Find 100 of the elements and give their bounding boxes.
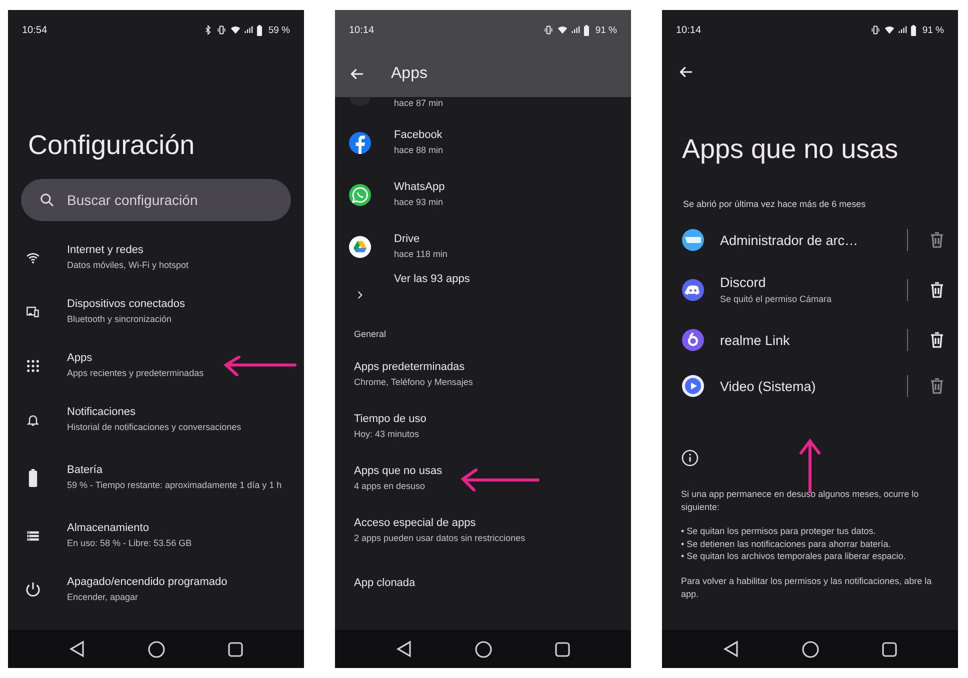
signal-icon bbox=[244, 25, 254, 35]
item-title: Apps bbox=[67, 352, 92, 364]
item-title: Apps que no usas bbox=[354, 465, 442, 478]
battery-icon bbox=[256, 24, 264, 36]
item-title: App clonada bbox=[354, 577, 416, 589]
settings-item[interactable]: Apps predeterminadas Chrome, Teléfono y Mensajes bbox=[335, 349, 631, 401]
recents-button[interactable] bbox=[552, 639, 572, 659]
settings-item[interactable]: Dispositivos conectados Bluetooth y sincronización bbox=[8, 285, 304, 339]
settings-item[interactable]: Notificaciones Historial de notificaciones y conversaciones bbox=[8, 393, 304, 447]
status-time: 10:14 bbox=[676, 24, 702, 36]
home-button[interactable] bbox=[800, 639, 820, 659]
whatsapp-logo-icon bbox=[348, 183, 372, 207]
vibrate-icon bbox=[216, 25, 228, 35]
item-title: Dispositivos conectados bbox=[67, 298, 186, 310]
app-name: Facebook bbox=[394, 129, 442, 142]
screen-title: Apps bbox=[391, 64, 428, 82]
app-item[interactable]: hace 87 min bbox=[335, 97, 631, 117]
app-last-used: hace 93 min bbox=[394, 196, 444, 209]
item-title: Apps predeterminadas bbox=[354, 361, 465, 374]
settings-item[interactable]: App clonada bbox=[335, 557, 631, 609]
info-bullet: • Se quitan los archivos temporales para liberar espacio. bbox=[681, 550, 907, 563]
settings-item[interactable]: Apps que no usas 4 apps en desuso bbox=[335, 453, 631, 505]
screen-title: Configuración bbox=[28, 130, 195, 161]
settings-item[interactable]: Tiempo de uso Hoy: 43 minutos bbox=[335, 401, 631, 453]
play-app-icon bbox=[681, 374, 705, 398]
battery-icon bbox=[583, 24, 590, 36]
screen-title: Apps que no usas bbox=[682, 134, 898, 165]
info-text: Para volver a habilitar los permisos y las notificaciones, abre la app. bbox=[681, 574, 933, 600]
settings-item[interactable]: Acceso especial de apps 2 apps pueden usar datos sin restricciones bbox=[335, 505, 631, 557]
item-title: Apagado/encendido programado bbox=[67, 576, 228, 588]
item-title: Tiempo de uso bbox=[354, 413, 426, 426]
settings-item[interactable]: Batería 59 % - Tiempo restante: aproximadamente 1 día y 1 h bbox=[8, 447, 304, 509]
app-status: Se quitó el permiso Cámara bbox=[720, 292, 832, 306]
app-last-used: hace 118 min bbox=[394, 248, 448, 261]
link-app-icon bbox=[681, 328, 705, 352]
devices-icon bbox=[24, 305, 42, 319]
app-name: Video (Sistema) bbox=[720, 378, 816, 394]
battery-icon bbox=[28, 469, 38, 487]
back-button[interactable] bbox=[721, 639, 741, 659]
grid-icon bbox=[26, 359, 40, 373]
app-last-used: hace 88 min bbox=[394, 144, 444, 157]
wifi-icon bbox=[557, 25, 568, 35]
app-item[interactable]: Facebook hace 88 min bbox=[335, 117, 631, 169]
battery-percent: 91 % bbox=[595, 24, 617, 36]
item-subtitle: 59 % - Tiempo restante: aproximadamente 1 día y 1 h bbox=[67, 479, 282, 492]
item-title: Batería bbox=[67, 464, 102, 476]
app-name: Discord bbox=[720, 274, 766, 290]
recents-button[interactable] bbox=[879, 639, 899, 659]
item-subtitle: Datos móviles, Wi-Fi y hotspot bbox=[67, 259, 189, 272]
item-subtitle: Apps recientes y predeterminadas bbox=[67, 367, 204, 380]
info-text: Si una app permanece en desuso algunos meses, ocurre lo siguiente: bbox=[681, 488, 920, 514]
see-all-apps-item[interactable]: Ver las 93 apps bbox=[335, 273, 631, 317]
info-bullet: • Se detienen las notificaciones para ahorrar batería. bbox=[681, 538, 892, 550]
signal-icon bbox=[898, 25, 908, 35]
settings-item[interactable]: Apps Apps recientes y predeterminadas bbox=[8, 339, 304, 393]
search-field[interactable]: Buscar configuración bbox=[21, 179, 291, 221]
drive-logo-icon bbox=[348, 235, 372, 259]
folder-app-icon bbox=[681, 228, 705, 252]
vibrate-icon bbox=[870, 25, 882, 35]
battery-icon bbox=[910, 24, 918, 36]
app-name: Drive bbox=[394, 233, 420, 246]
settings-item[interactable]: Internet y redes Datos móviles, Wi-Fi y hotspot bbox=[8, 231, 304, 285]
item-subtitle: Hoy: 43 minutos bbox=[354, 428, 420, 441]
item-subtitle: En uso: 58 % - Libre: 53.56 GB bbox=[67, 537, 192, 550]
settings-item[interactable]: Apagado/encendido programado Encender, apagar bbox=[8, 563, 304, 617]
app-name: Administrador de arc… bbox=[720, 232, 858, 248]
facebook-logo-icon bbox=[348, 131, 372, 155]
battery-percent: 59 % bbox=[268, 24, 290, 36]
back-button[interactable] bbox=[67, 639, 87, 659]
item-title: Internet y redes bbox=[67, 244, 144, 256]
item-subtitle: Chrome, Teléfono y Mensajes bbox=[354, 376, 473, 389]
app-item[interactable]: Drive hace 118 min bbox=[335, 221, 631, 273]
app-name: realme Link bbox=[720, 332, 790, 348]
back-arrow-icon[interactable] bbox=[678, 64, 694, 80]
wifi-icon bbox=[884, 25, 896, 35]
item-subtitle: Historial de notificaciones y conversaciones bbox=[67, 421, 242, 434]
app-item[interactable]: WhatsApp hace 93 min bbox=[335, 169, 631, 221]
power-icon bbox=[24, 581, 42, 599]
item-subtitle: 2 apps pueden usar datos sin restricciones bbox=[354, 532, 526, 545]
item-subtitle: Encender, apagar bbox=[67, 591, 138, 604]
home-button[interactable] bbox=[473, 639, 493, 659]
discord-logo-icon bbox=[681, 278, 705, 302]
settings-item[interactable]: Almacenamiento En uso: 58 % - Libre: 53.56 GB bbox=[8, 509, 304, 563]
item-subtitle: 4 apps en desuso bbox=[354, 480, 426, 493]
storage-icon bbox=[24, 529, 40, 543]
home-button[interactable] bbox=[146, 639, 166, 659]
app-last-used: hace 87 min bbox=[394, 97, 444, 110]
wifi-icon bbox=[230, 25, 242, 35]
item-title: Ver las 93 apps bbox=[394, 273, 470, 285]
signal-icon bbox=[571, 25, 580, 35]
status-time: 10:54 bbox=[22, 24, 48, 36]
info-bullet: • Se quitan los permisos para proteger tus datos. bbox=[681, 525, 877, 538]
back-button[interactable] bbox=[394, 639, 414, 659]
item-title: Almacenamiento bbox=[67, 522, 149, 534]
recents-button[interactable] bbox=[225, 639, 245, 659]
item-title: Notificaciones bbox=[67, 406, 136, 418]
item-subtitle: Bluetooth y sincronización bbox=[67, 313, 172, 326]
app-name: WhatsApp bbox=[394, 181, 445, 194]
status-time: 10:14 bbox=[349, 24, 374, 36]
bluetooth-icon bbox=[203, 25, 214, 35]
